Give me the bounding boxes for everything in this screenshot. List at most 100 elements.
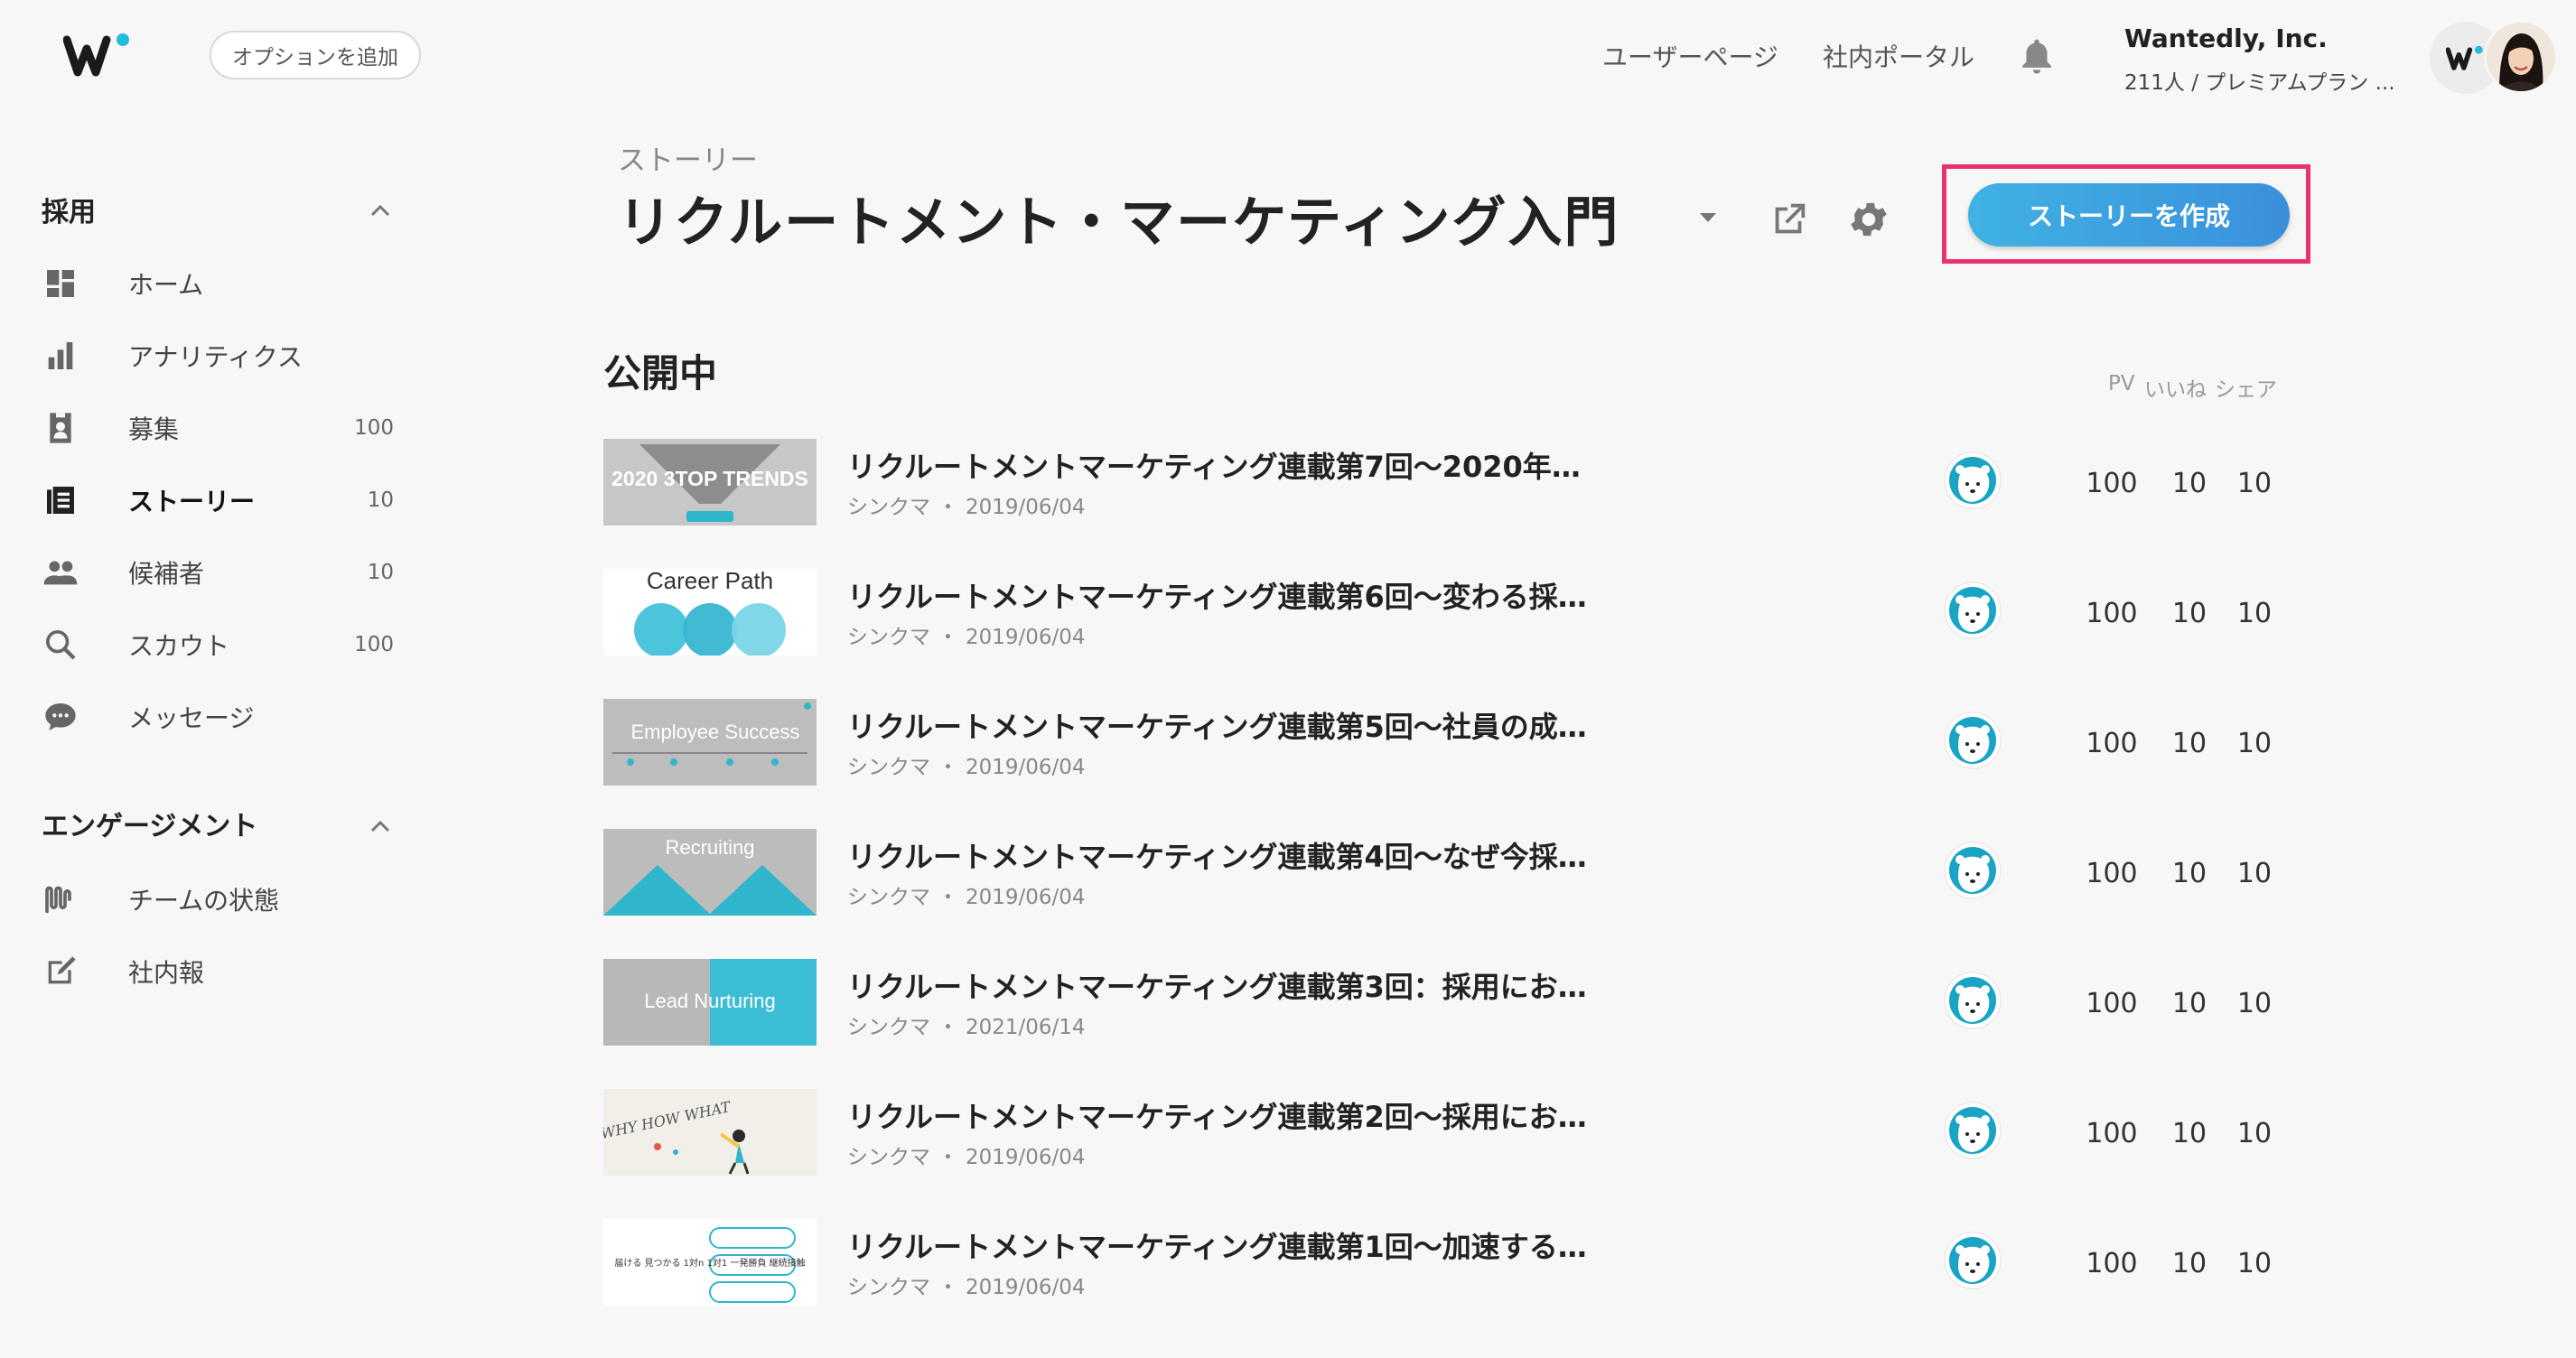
story-date: 2019/06/04 <box>966 886 1086 909</box>
story-shares: 10 <box>2236 1118 2273 1149</box>
sidebar-item-home[interactable]: ホーム <box>42 258 403 309</box>
table-row[interactable]: Career Path リクルートメントマーケティング連載第6回〜変わる採用担当… <box>603 569 2410 656</box>
plan-info: 211人 / プレミアムプラン ... <box>2124 71 2395 95</box>
sidebar-item-analytics[interactable]: アナリティクス <box>42 330 403 381</box>
chat-icon <box>42 698 79 736</box>
chevron-up-icon[interactable] <box>369 202 392 219</box>
author-avatar-icon[interactable] <box>1944 451 2002 509</box>
story-shares: 10 <box>2236 728 2273 759</box>
bar-chart-icon <box>42 337 79 375</box>
story-meta: シンクマ・ 2019/06/04 <box>847 626 1086 649</box>
story-meta: シンクマ・ 2019/06/04 <box>847 886 1086 909</box>
story-meta: シンクマ・ 2021/06/14 <box>847 1016 1086 1039</box>
caret-down-icon[interactable] <box>1698 211 1718 224</box>
search-icon <box>42 626 79 664</box>
story-title[interactable]: リクルートメントマーケティング連載第6回〜変わる採用担当や人事のキャリア... <box>847 574 1606 616</box>
story-title[interactable]: リクルートメントマーケティング連載第1回〜加速する採用のマーケ化〜 <box>847 1224 1606 1266</box>
article-icon <box>42 481 79 519</box>
story-likes: 10 <box>2171 988 2207 1019</box>
author-avatar-icon[interactable] <box>1944 972 2002 1029</box>
story-author: シンクマ <box>847 626 930 649</box>
badge-icon <box>42 409 79 447</box>
thumbnail-text: Recruiting <box>665 836 754 859</box>
story-pv: 100 <box>2086 728 2138 759</box>
sidebar-item-stories[interactable]: ストーリー 10 <box>42 475 403 526</box>
table-row[interactable]: WHY HOW WHAT リクルートメントマーケティング連載第2回〜採用における… <box>603 1089 2410 1176</box>
story-meta: シンクマ・ 2019/06/04 <box>847 496 1086 519</box>
story-pv: 100 <box>2086 468 2138 499</box>
story-title[interactable]: リクルートメントマーケティング連載第2回〜採用におけるリードジェネレーシ... <box>847 1094 1606 1136</box>
thumbnail-text: 2020 3TOP TRENDS <box>611 467 808 490</box>
edit-icon <box>42 953 79 991</box>
author-avatar-icon[interactable] <box>1944 1232 2002 1289</box>
sidebar-item-label: スカウト <box>128 631 230 661</box>
create-story-button[interactable]: ストーリーを作成 <box>1968 183 2290 246</box>
table-row[interactable]: 2020 3TOP TRENDS リクルートメントマーケティング連載第7回〜20… <box>603 439 2410 526</box>
thumbnail-text: Career Path <box>647 569 773 594</box>
story-thumbnail[interactable]: Recruiting <box>603 829 817 916</box>
story-date: 2019/06/04 <box>966 756 1086 779</box>
wantedly-logo[interactable] <box>62 27 135 81</box>
table-row[interactable]: Recruiting リクルートメントマーケティング連載第4回〜なぜ今採用で「W… <box>603 829 2410 916</box>
sidebar-item-label: 候補者 <box>128 559 205 589</box>
story-thumbnail[interactable]: 2020 3TOP TRENDS <box>603 439 817 526</box>
story-title[interactable]: リクルートメントマーケティング連載第7回〜2020年に向けての3大トレンド〜 <box>847 444 1606 486</box>
sidebar-item-label: 募集 <box>128 414 180 444</box>
story-thumbnail[interactable]: WHY HOW WHAT <box>603 1089 817 1176</box>
story-title[interactable]: リクルートメントマーケティング連載第3回：採用におけるリードナーチャリン... <box>847 964 1606 1006</box>
people-icon <box>42 553 79 591</box>
story-thumbnail[interactable]: Lead Nurturing <box>603 959 817 1046</box>
sidebar-item-count: 10 <box>367 488 394 512</box>
sidebar-item-label: チームの状態 <box>128 886 280 916</box>
column-header-shares: シェア <box>2215 378 2277 402</box>
sidebar-item-messages[interactable]: メッセージ <box>42 692 403 742</box>
thumbnail-text: Employee Success <box>630 721 799 743</box>
sidebar-item-label: メッセージ <box>128 703 255 733</box>
author-avatar-icon[interactable] <box>1944 1102 2002 1159</box>
table-row[interactable]: Lead Nurturing リクルートメントマーケティング連載第3回：採用にお… <box>603 959 2410 1046</box>
story-thumbnail[interactable]: Career Path <box>603 569 817 656</box>
sidebar-item-scout[interactable]: スカウト 100 <box>42 619 403 670</box>
user-avatar[interactable] <box>2484 20 2558 94</box>
author-avatar-icon[interactable] <box>1944 842 2002 899</box>
add-option-button[interactable]: オプションを追加 <box>210 31 421 79</box>
sidebar-section-engagement: エンゲージメント <box>42 811 258 842</box>
chevron-up-icon[interactable] <box>369 818 392 834</box>
page-title: リクルートメント・マーケティング入門 <box>618 191 1620 255</box>
create-story-highlight: ストーリーを作成 <box>1942 164 2310 264</box>
story-likes: 10 <box>2171 468 2207 499</box>
bell-icon[interactable] <box>2018 36 2056 78</box>
table-row[interactable]: Employee Success リクルートメントマーケティング連載第5回〜社員… <box>603 699 2410 786</box>
story-pv: 100 <box>2086 858 2138 889</box>
author-avatar-icon[interactable] <box>1944 712 2002 769</box>
story-author: シンクマ <box>847 496 930 519</box>
story-shares: 10 <box>2236 1248 2273 1279</box>
sidebar-item-candidates[interactable]: 候補者 10 <box>42 547 403 598</box>
sidebar-section-recruiting: 採用 <box>42 197 96 228</box>
section-published: 公開中 <box>603 351 718 395</box>
story-meta: シンクマ・ 2019/06/04 <box>847 1146 1086 1169</box>
external-link-icon[interactable] <box>1769 199 1810 240</box>
story-title[interactable]: リクルートメントマーケティング連載第5回〜社員の成功を助けてエンゲージメ... <box>847 704 1606 746</box>
story-thumbnail[interactable]: 届ける 見つかる 1対n 1対1 一発勝負 継続接触 <box>603 1219 817 1306</box>
sidebar-item-label: 社内報 <box>128 958 205 988</box>
story-author: シンクマ <box>847 886 930 909</box>
story-author: シンクマ <box>847 1146 930 1169</box>
story-pv: 100 <box>2086 598 2138 629</box>
table-row[interactable]: 届ける 見つかる 1対n 1対1 一発勝負 継続接触 リクルートメントマーケティ… <box>603 1219 2410 1306</box>
story-likes: 10 <box>2171 858 2207 889</box>
author-avatar-icon[interactable] <box>1944 581 2002 639</box>
sidebar-item-jobs[interactable]: 募集 100 <box>42 403 403 453</box>
story-date: 2019/06/04 <box>966 1276 1086 1299</box>
gear-icon[interactable] <box>1846 197 1891 242</box>
user-page-link[interactable]: ユーザーページ <box>1602 38 1778 74</box>
internal-portal-link[interactable]: 社内ポータル <box>1823 38 1974 74</box>
sidebar-item-count: 10 <box>367 561 394 584</box>
story-thumbnail[interactable]: Employee Success <box>603 699 817 786</box>
breadcrumb[interactable]: ストーリー <box>618 137 758 178</box>
story-title[interactable]: リクルートメントマーケティング連載第4回〜なぜ今採用で「WHY」が最も大... <box>847 834 1606 876</box>
sidebar-item-team-status[interactable]: チームの状態 <box>42 874 403 925</box>
sidebar-item-newsletter[interactable]: 社内報 <box>42 946 403 997</box>
story-shares: 10 <box>2236 468 2273 499</box>
sidebar-item-label: ホーム <box>128 270 204 300</box>
